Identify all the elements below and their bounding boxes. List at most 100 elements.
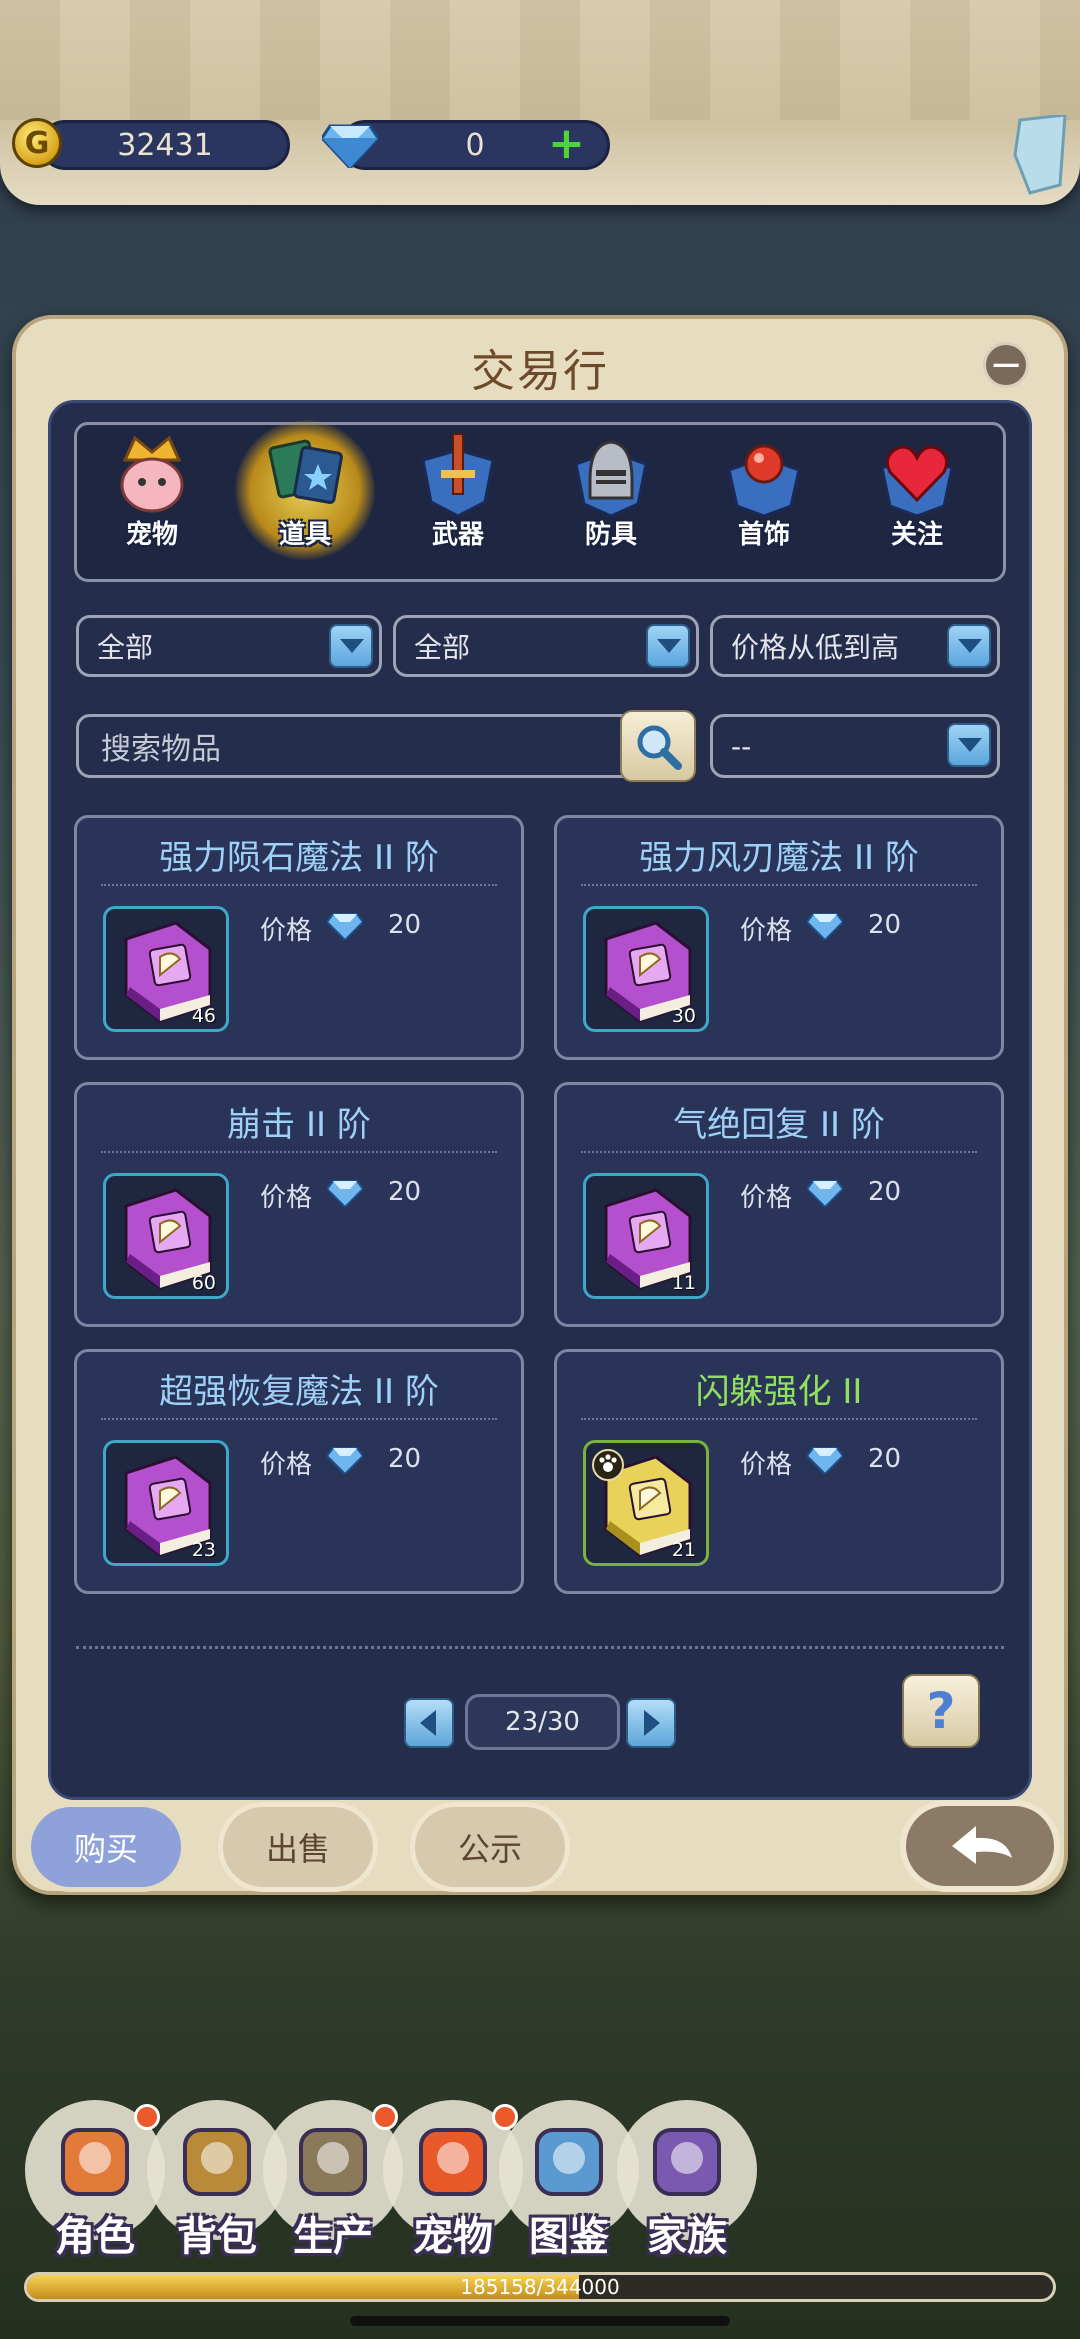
price-label: 价格 bbox=[260, 1183, 313, 1213]
category-label: 宠物 bbox=[125, 520, 178, 550]
category-label: 关注 bbox=[890, 520, 943, 550]
diamond-icon bbox=[327, 1447, 363, 1474]
price-value: 20 bbox=[868, 1177, 902, 1207]
help-button[interactable]: ? bbox=[902, 1674, 980, 1748]
item-quantity: 11 bbox=[671, 1272, 696, 1294]
item-slot[interactable]: 11 bbox=[583, 1173, 709, 1299]
item-slot[interactable]: 60 bbox=[103, 1173, 229, 1299]
diamond-icon bbox=[322, 124, 378, 168]
category-armor[interactable]: 防具 bbox=[556, 430, 666, 580]
diamond-icon bbox=[327, 913, 363, 940]
item-slot[interactable]: 23 bbox=[103, 1440, 229, 1566]
item-slot[interactable]: 21 bbox=[583, 1440, 709, 1566]
backpack-icon bbox=[183, 2128, 251, 2196]
filter-dropdown-2[interactable]: 全部 bbox=[393, 615, 699, 677]
arrow-left-icon bbox=[420, 1710, 436, 1736]
item-quantity: 46 bbox=[191, 1005, 216, 1027]
codex-icon bbox=[535, 2128, 603, 2196]
price-label: 价格 bbox=[260, 1450, 313, 1480]
character-icon bbox=[61, 2128, 129, 2196]
tab-sell[interactable]: 出售 bbox=[218, 1802, 378, 1892]
item-card[interactable]: 气绝回复 II 阶 11 价格 20 bbox=[554, 1082, 1004, 1327]
nav-character[interactable]: 角色 bbox=[20, 2100, 165, 2260]
chevron-down-icon bbox=[947, 723, 991, 767]
family-banner-icon bbox=[653, 2128, 721, 2196]
diamond-icon bbox=[807, 913, 843, 940]
price-value: 20 bbox=[388, 1444, 422, 1474]
pet-icon bbox=[419, 2128, 487, 2196]
category-label: 道具 bbox=[278, 520, 331, 550]
price-value: 20 bbox=[868, 1444, 902, 1474]
item-name: 强力风刃魔法 II 阶 bbox=[639, 838, 919, 878]
category-label: 防具 bbox=[584, 520, 637, 550]
sort-dropdown[interactable]: 价格从低到高 bbox=[710, 615, 1000, 677]
chevron-down-icon bbox=[329, 624, 373, 668]
banner-art bbox=[0, 0, 1080, 120]
home-indicator[interactable] bbox=[350, 2316, 730, 2326]
nav-pickaxe[interactable]: 生产 bbox=[258, 2100, 403, 2260]
item-quantity: 60 bbox=[191, 1272, 216, 1294]
category-favorites[interactable]: 关注 bbox=[862, 430, 972, 580]
diamond-icon bbox=[807, 1447, 843, 1474]
divider bbox=[581, 1151, 977, 1153]
divider bbox=[101, 1418, 497, 1420]
item-quantity: 30 bbox=[671, 1005, 696, 1027]
item-card[interactable]: 闪躲强化 II 21 价格 20 bbox=[554, 1349, 1004, 1594]
item-card[interactable]: 强力陨石魔法 II 阶 46 价格 20 bbox=[74, 815, 524, 1060]
tab-notice[interactable]: 公示 bbox=[410, 1802, 570, 1892]
item-card[interactable]: 超强恢复魔法 II 阶 23 价格 20 bbox=[74, 1349, 524, 1594]
divider bbox=[581, 884, 977, 886]
crystal-icon[interactable] bbox=[1010, 115, 1070, 195]
chevron-down-icon bbox=[947, 624, 991, 668]
item-card[interactable]: 强力风刃魔法 II 阶 30 价格 20 bbox=[554, 815, 1004, 1060]
item-name: 超强恢复魔法 II 阶 bbox=[159, 1372, 439, 1412]
category-jewelry[interactable]: 首饰 bbox=[709, 430, 819, 580]
nav-family-banner[interactable]: 家族 bbox=[612, 2100, 757, 2260]
divider bbox=[101, 884, 497, 886]
category-label: 武器 bbox=[431, 520, 484, 550]
question-icon: ? bbox=[926, 1682, 956, 1740]
divider bbox=[76, 1646, 1004, 1649]
jewel-icon bbox=[727, 444, 801, 518]
next-page-button[interactable] bbox=[626, 1698, 676, 1748]
experience-text: 185158/344000 bbox=[460, 2275, 620, 2299]
helmet-icon bbox=[574, 440, 648, 518]
price-value: 20 bbox=[868, 910, 902, 940]
search-button[interactable] bbox=[620, 710, 696, 782]
filter-dropdown-1[interactable]: 全部 bbox=[76, 615, 382, 677]
price-label: 价格 bbox=[740, 916, 793, 946]
add-gems-button[interactable]: + bbox=[548, 118, 585, 169]
price-value: 20 bbox=[388, 910, 422, 940]
item-card[interactable]: 崩击 II 阶 60 价格 20 bbox=[74, 1082, 524, 1327]
tab-buy[interactable]: 购买 bbox=[26, 1802, 186, 1892]
item-slot[interactable]: 30 bbox=[583, 906, 709, 1032]
price-label: 价格 bbox=[260, 916, 313, 946]
chevron-down-icon bbox=[646, 624, 690, 668]
item-cards-icon bbox=[268, 439, 343, 504]
filter-dropdown-4[interactable]: -- bbox=[710, 714, 1000, 778]
pickaxe-icon bbox=[299, 2128, 367, 2196]
item-name: 闪躲强化 II bbox=[695, 1372, 863, 1412]
item-slot[interactable]: 46 bbox=[103, 906, 229, 1032]
category-pet[interactable]: 宠物 bbox=[97, 430, 207, 580]
item-name: 强力陨石魔法 II 阶 bbox=[159, 838, 439, 878]
gem-amount: 0 bbox=[465, 127, 485, 163]
price-label: 价格 bbox=[740, 1450, 793, 1480]
back-button[interactable] bbox=[900, 1800, 1060, 1892]
search-icon bbox=[637, 725, 682, 770]
minimize-button[interactable]: − bbox=[983, 342, 1029, 388]
price-label: 价格 bbox=[740, 1183, 793, 1213]
diamond-icon bbox=[327, 1180, 363, 1207]
prev-page-button[interactable] bbox=[404, 1698, 454, 1748]
gold-display: 32431 bbox=[40, 120, 290, 170]
divider bbox=[101, 1151, 497, 1153]
diamond-icon bbox=[807, 1180, 843, 1207]
price-value: 20 bbox=[388, 1177, 422, 1207]
search-input[interactable]: 搜索物品 bbox=[76, 714, 696, 778]
back-arrow-icon bbox=[952, 1826, 1012, 1864]
item-name: 崩击 II 阶 bbox=[227, 1105, 371, 1145]
category-items[interactable]: 道具 bbox=[235, 420, 375, 580]
panel-title: 交易行 bbox=[471, 346, 609, 397]
category-weapon[interactable]: 武器 bbox=[403, 430, 513, 580]
item-name: 气绝回复 II 阶 bbox=[673, 1105, 885, 1145]
